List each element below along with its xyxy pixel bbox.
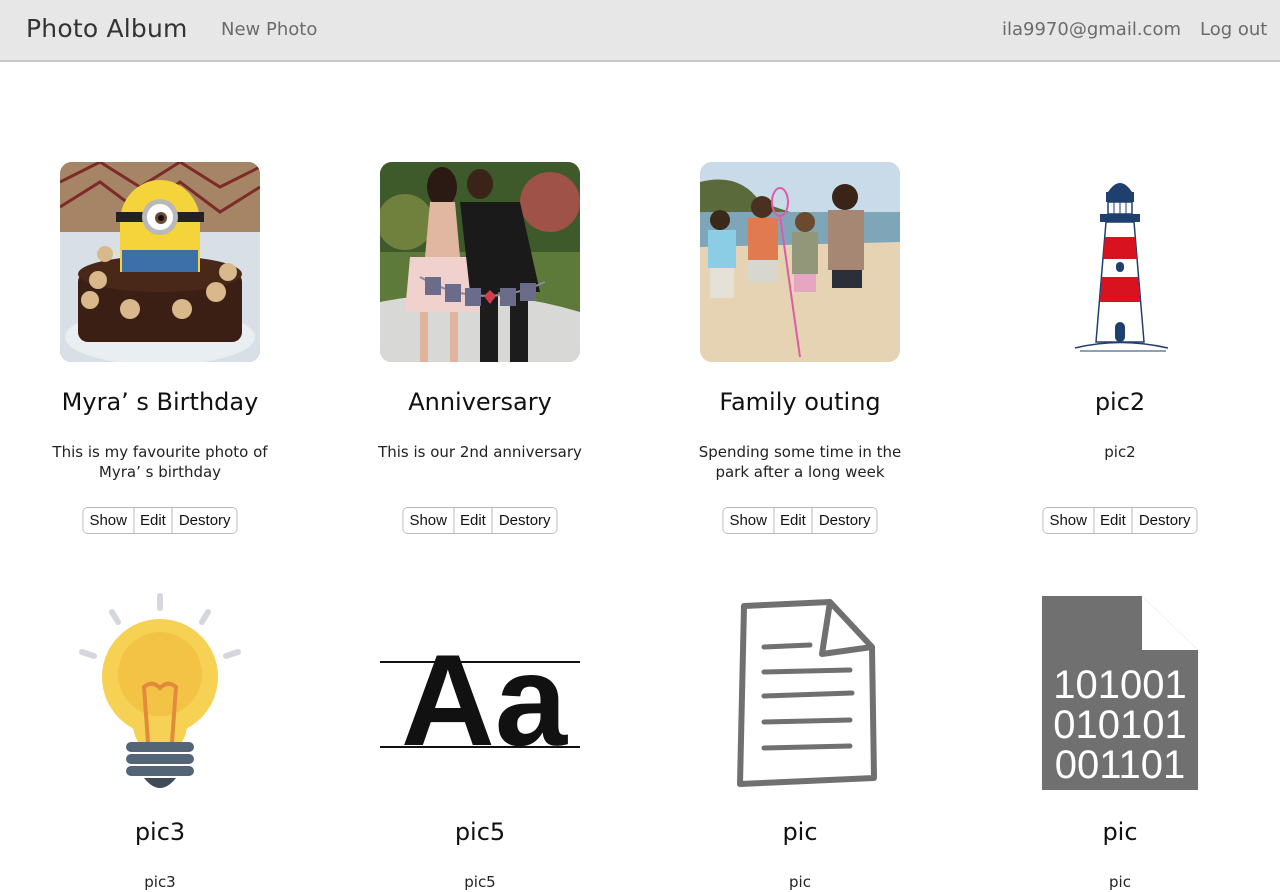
photo-actions: Show Edit Destory (1042, 507, 1198, 534)
photo-description: pic2 (1104, 443, 1136, 461)
photo-description: pic3 (144, 873, 176, 891)
photo-card: 101001 010101 001101 pic pic (1020, 592, 1220, 891)
binary-line: 010101 (1053, 703, 1186, 747)
lighthouse-icon[interactable] (1020, 162, 1220, 362)
lightbulb-icon[interactable] (60, 592, 260, 792)
anniversary-couple-photo[interactable] (380, 162, 580, 362)
document-icon[interactable] (700, 592, 900, 792)
photo-title: pic5 (454, 818, 506, 846)
destroy-button[interactable]: Destory (1131, 508, 1197, 533)
edit-button[interactable]: Edit (132, 508, 172, 533)
font-aa-icon[interactable]: Aa (380, 592, 580, 792)
photo-card: Aa pic5 pic5 (380, 592, 580, 891)
photo-card: pic2 pic2 Show Edit Destory (1020, 162, 1220, 534)
binary-line: 101001 (1053, 663, 1186, 707)
photo-title: Myra’ s Birthday (61, 388, 259, 416)
photo-card: pic3 pic3 (60, 592, 260, 891)
font-sample-text: Aa (401, 627, 569, 773)
photo-card: Anniversary This is our 2nd anniversary … (378, 162, 582, 534)
photo-card: Myra’ s Birthday This is my favourite ph… (52, 162, 268, 534)
photo-title: pic3 (134, 818, 186, 846)
new-photo-link[interactable]: New Photo (221, 19, 317, 40)
photo-actions: Show Edit Destory (722, 507, 878, 534)
minion-cake-photo[interactable] (60, 162, 260, 362)
binary-file-icon[interactable]: 101001 010101 001101 (1020, 592, 1220, 792)
destroy-button[interactable]: Destory (811, 508, 877, 533)
photo-title: pic (782, 818, 818, 846)
show-button[interactable]: Show (723, 508, 773, 533)
photo-description: This is my favourite photo of Myra’ s bi… (52, 443, 268, 481)
photo-card: pic pic (700, 592, 900, 891)
photo-title: pic2 (1094, 388, 1146, 416)
photo-description: pic (1109, 873, 1131, 891)
top-navbar: Photo Album New Photo ila9970@gmail.com … (0, 0, 1280, 62)
show-button[interactable]: Show (403, 508, 453, 533)
logout-link[interactable]: Log out (1200, 19, 1267, 40)
destroy-button[interactable]: Destory (491, 508, 557, 533)
edit-button[interactable]: Edit (1092, 508, 1132, 533)
photo-card: Family outing Spending some time in the … (699, 162, 901, 534)
edit-button[interactable]: Edit (452, 508, 492, 533)
photo-title: Family outing (719, 388, 881, 416)
photo-actions: Show Edit Destory (82, 507, 238, 534)
family-beach-photo[interactable] (700, 162, 900, 362)
photo-title: Anniversary (408, 388, 552, 416)
show-button[interactable]: Show (83, 508, 133, 533)
binary-line: 001101 (1055, 743, 1186, 787)
brand-link[interactable]: Photo Album (26, 14, 188, 43)
photo-actions: Show Edit Destory (402, 507, 558, 534)
photo-description: Spending some time in the park after a l… (698, 443, 902, 481)
show-button[interactable]: Show (1043, 508, 1093, 533)
user-email-link[interactable]: ila9970@gmail.com (1002, 19, 1181, 40)
photo-description: pic5 (464, 873, 496, 891)
photo-title: pic (1102, 818, 1138, 846)
edit-button[interactable]: Edit (772, 508, 812, 533)
destroy-button[interactable]: Destory (171, 508, 237, 533)
photo-description: pic (789, 873, 811, 891)
photo-description: This is our 2nd anniversary (378, 443, 582, 461)
